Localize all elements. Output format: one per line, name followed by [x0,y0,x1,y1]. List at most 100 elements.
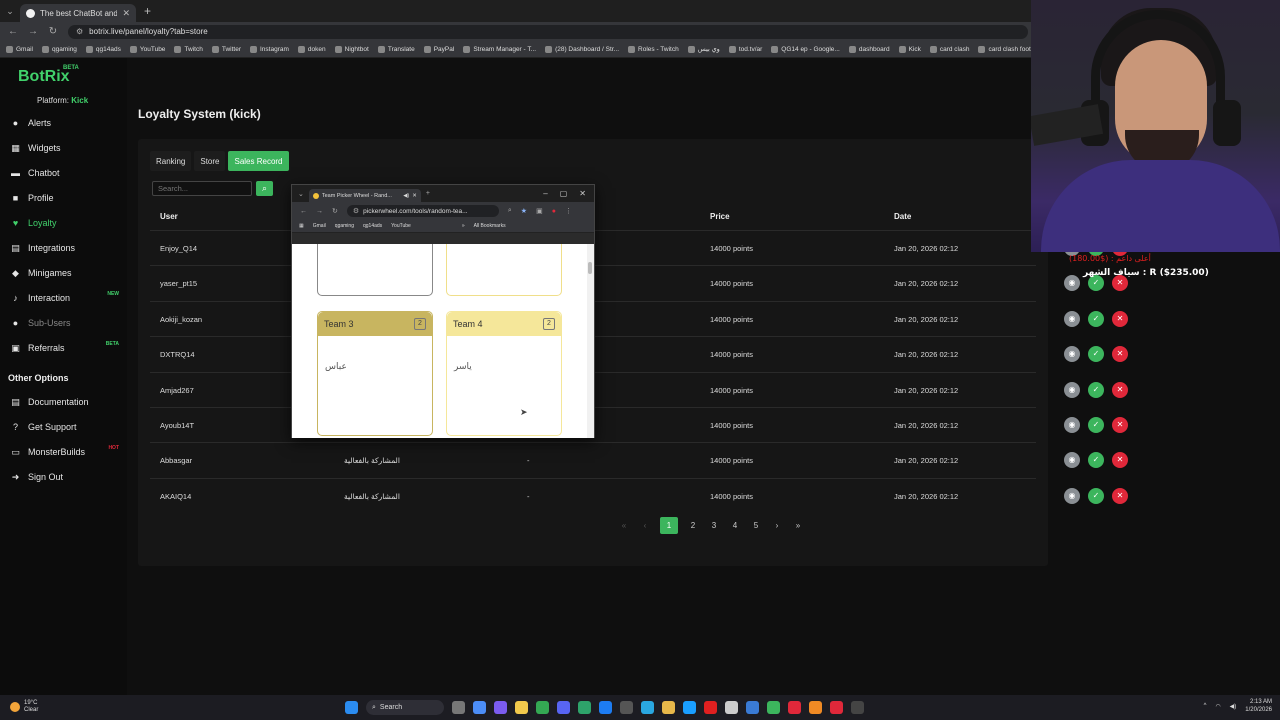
bookmark-item[interactable]: card clash [929,45,969,53]
approve-icon[interactable]: ✓ [1088,417,1104,433]
weather-widget[interactable]: 19°C Clear [10,700,38,714]
bookmark-item[interactable]: Nightbot [334,45,369,53]
close-tab-icon[interactable]: ✕ [122,8,130,19]
app-icon[interactable] [788,701,801,714]
minimize-icon[interactable]: – [543,189,547,198]
approve-icon[interactable]: ✓ [1088,310,1104,327]
close-window-icon[interactable]: ✕ [579,189,586,198]
steam-icon[interactable] [683,701,696,714]
clock[interactable]: 2:13 AM 1/20/2026 [1245,698,1272,714]
more-bookmarks-icon[interactable]: » [462,223,465,229]
view-icon[interactable]: ◉ [1064,346,1080,363]
bookmark-item[interactable]: dashboard [848,45,890,53]
bookmark-item[interactable]: Twitter [211,45,241,53]
bookmark-item[interactable]: Twitch [174,45,203,53]
bookmark-item[interactable]: Gmail [6,45,33,53]
bookmark-item[interactable]: qg14ads [363,223,382,229]
page-link[interactable]: 1 [660,517,678,534]
bookmark-item[interactable]: Stream Manager - T... [463,45,536,53]
file-explorer-icon[interactable] [515,701,528,714]
approve-icon[interactable]: ✓ [1088,346,1104,363]
app-icon[interactable] [851,701,864,714]
bookmark-item[interactable]: qgaming [41,45,77,53]
reject-icon[interactable]: ✕ [1112,417,1128,433]
bookmark-item[interactable]: Instagram [250,45,289,53]
bookmark-item[interactable]: Gmail [313,223,326,229]
view-icon[interactable]: ◉ [1064,275,1080,292]
new-tab-button[interactable]: + [426,190,430,197]
sidebar-item-referrals[interactable]: ▣ Referrals BETA [11,339,123,357]
page-link[interactable]: « [618,521,630,530]
close-tab-icon[interactable]: ✕ [412,193,417,199]
app-icon[interactable] [809,701,822,714]
page-link[interactable]: 4 [729,521,741,530]
taskbar-search[interactable]: ⌕ Search [366,700,444,715]
app-icon[interactable] [620,701,633,714]
botrix-logo[interactable]: BotRix BETA [18,65,79,86]
sidebar-item-sub-users[interactable]: ● Sub-Users [11,314,123,332]
view-icon[interactable]: ◉ [1064,310,1080,327]
sidebar-item-monsterbuilds[interactable]: ▭ MonsterBuilds HOT [11,443,123,461]
chrome-icon[interactable] [536,701,549,714]
profile-avatar-icon[interactable]: ● [552,208,556,215]
app-icon[interactable] [746,701,759,714]
sidebar-item-get-support[interactable]: ? Get Support [11,418,123,436]
browser-tab[interactable]: The best ChatBot and Widgets ✕ [20,4,136,22]
reject-icon[interactable]: ✕ [1112,381,1128,398]
scrollbar-thumb[interactable] [588,262,592,274]
search-input[interactable] [152,181,252,196]
app-icon[interactable] [725,701,738,714]
tray-chevron-icon[interactable]: ^ [1204,703,1207,709]
menu-icon[interactable]: ⋮ [565,207,572,215]
bookmark-item[interactable]: tod.tv/ar [728,45,762,53]
sidebar-item-interaction[interactable]: ♪ Interaction NEW [11,289,123,307]
app-icon[interactable] [830,701,843,714]
forward-icon[interactable]: → [28,26,38,37]
bookmark-item[interactable]: YouTube [129,45,165,53]
page-link[interactable]: 2 [687,521,699,530]
bookmark-item[interactable]: doken [297,45,326,53]
app-icon[interactable] [662,701,675,714]
page-link[interactable]: 3 [708,521,720,530]
maximize-icon[interactable]: ▢ [560,189,568,198]
sidebar-item-sign-out[interactable]: ➜ Sign Out [11,468,123,486]
edge-icon[interactable] [599,701,612,714]
sidebar-item-chatbot[interactable]: ▬ Chatbot [11,164,123,182]
extensions-icon[interactable]: ▣ [536,207,543,215]
reject-icon[interactable]: ✕ [1112,310,1128,327]
app-icon[interactable] [578,701,591,714]
bookmark-item[interactable]: PayPal [423,45,454,53]
approve-icon[interactable]: ✓ [1088,452,1104,469]
tab-sales-record[interactable]: Sales Record [228,151,289,171]
url-field[interactable]: ⚙ botrix.live/panel/loyalty?tab=store [68,24,1028,39]
wifi-icon[interactable]: ◠ [1215,703,1220,710]
view-icon[interactable]: ◉ [1064,452,1080,469]
zoom-icon[interactable]: ⌕ [508,207,512,215]
site-info-icon[interactable]: ⚙ [353,207,359,215]
bookmark-item[interactable]: YouTube [391,223,411,229]
tab-search-icon[interactable]: ⌄ [0,6,20,17]
all-bookmarks[interactable]: All Bookmarks [474,223,506,229]
sidebar-item-integrations[interactable]: ▤ Integrations [11,239,123,257]
page-link[interactable]: 5 [750,521,762,530]
site-info-icon[interactable]: ⚙ [76,27,83,36]
bookmark-item[interactable]: Kick [898,45,921,53]
telegram-icon[interactable] [641,701,654,714]
sidebar-item-minigames[interactable]: ◆ Minigames [11,264,123,282]
bookmark-item[interactable]: QG14 ep - Google... [771,45,840,53]
back-icon[interactable]: ← [8,26,18,37]
sidebar-item-profile[interactable]: ■ Profile [11,189,123,207]
app-icon[interactable] [473,701,486,714]
app-icon[interactable] [494,701,507,714]
tab-store[interactable]: Store [194,151,226,171]
sidebar-item-documentation[interactable]: ▤ Documentation [11,393,123,411]
view-icon[interactable]: ◉ [1064,417,1080,433]
view-icon[interactable]: ◉ [1064,381,1080,398]
discord-icon[interactable] [557,701,570,714]
windows-start-icon[interactable] [345,701,358,714]
page-link[interactable]: » [792,521,804,530]
reject-icon[interactable]: ✕ [1112,346,1128,363]
page-link[interactable]: ‹ [639,521,651,530]
bookmark-item[interactable]: وي بيس [687,45,720,53]
bookmark-item[interactable]: qg14ads [85,45,121,53]
